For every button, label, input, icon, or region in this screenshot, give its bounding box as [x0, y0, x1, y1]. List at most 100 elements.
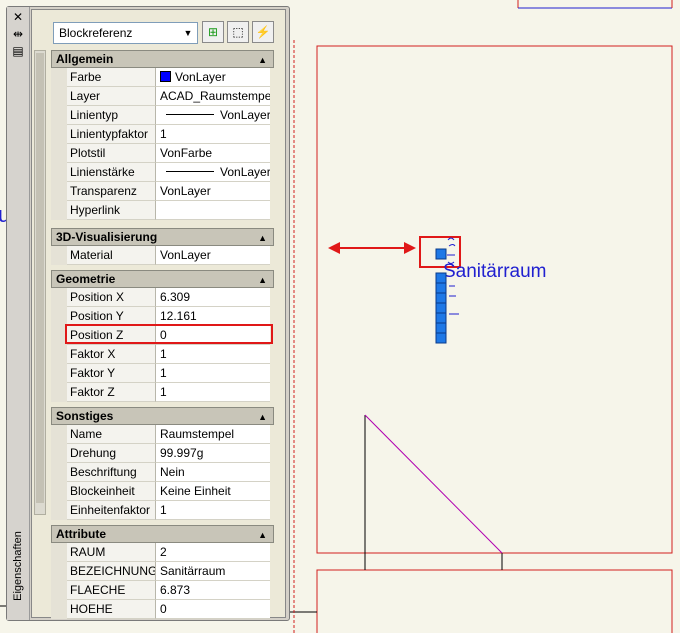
- property-row[interactable]: Hyperlink: [51, 201, 274, 220]
- property-row[interactable]: Blockeinheit Keine Einheit: [51, 482, 274, 501]
- property-row[interactable]: Linientyp VonLayer: [51, 106, 274, 125]
- property-value-text: 0: [160, 328, 167, 342]
- toggle-pickadd-button[interactable]: ⊞: [202, 21, 224, 43]
- property-value[interactable]: VonLayer: [156, 182, 270, 201]
- property-value[interactable]: VonFarbe: [156, 144, 270, 163]
- property-row[interactable]: FLAECHE 6.873: [51, 581, 274, 600]
- section-0: Allgemein ▲ Farbe VonLayer Layer ACAD_Raumste…: [51, 50, 274, 220]
- property-row[interactable]: Position Y 12.161: [51, 307, 274, 326]
- row-gutter: [51, 144, 67, 163]
- property-value[interactable]: 1: [156, 364, 270, 383]
- property-label: FLAECHE: [67, 581, 156, 600]
- property-value[interactable]: Keine Einheit: [156, 482, 270, 501]
- property-value[interactable]: 1: [156, 345, 270, 364]
- properties-toolbar: Blockreferenz ▼ ⊞ ⬚ ⚡: [32, 10, 285, 46]
- property-value[interactable]: VonLayer: [156, 68, 270, 87]
- property-value[interactable]: [156, 201, 270, 220]
- attribute-grips-column[interactable]: [435, 272, 447, 344]
- property-row[interactable]: Linientypfaktor 1: [51, 125, 274, 144]
- collapse-caret-icon[interactable]: ▲: [258, 409, 267, 425]
- property-value[interactable]: 1: [156, 501, 270, 520]
- property-value[interactable]: Sanitärraum: [156, 562, 270, 581]
- row-gutter: [51, 463, 67, 482]
- property-value-text: ACAD_Raumstempel: [160, 89, 270, 103]
- property-label: Hyperlink: [67, 201, 156, 220]
- section-header[interactable]: Allgemein ▲: [51, 50, 274, 68]
- row-gutter: [51, 68, 67, 87]
- property-value[interactable]: 12.161: [156, 307, 270, 326]
- property-row[interactable]: BEZEICHNUNG Sanitärraum: [51, 562, 274, 581]
- section-header[interactable]: Sonstiges ▲: [51, 407, 274, 425]
- row-gutter: [51, 383, 67, 402]
- palette-vertical-title: Eigenschaften: [12, 531, 24, 601]
- properties-menu-icon[interactable]: ▤: [11, 44, 25, 58]
- section-header[interactable]: Geometrie ▲: [51, 270, 274, 288]
- select-objects-icon: ⬚: [232, 25, 244, 39]
- property-value[interactable]: Nein: [156, 463, 270, 482]
- property-value-text: VonLayer: [220, 165, 270, 179]
- property-row[interactable]: Transparenz VonLayer: [51, 182, 274, 201]
- property-row[interactable]: Faktor Z 1: [51, 383, 274, 402]
- property-row[interactable]: Einheitenfaktor 1: [51, 501, 274, 520]
- property-row[interactable]: Linienstärke VonLayer: [51, 163, 274, 182]
- property-value-text: VonLayer: [160, 248, 211, 262]
- property-row[interactable]: Name Raumstempel: [51, 425, 274, 444]
- object-type-select[interactable]: Blockreferenz ▼: [53, 22, 198, 44]
- property-label: Faktor Y: [67, 364, 156, 383]
- property-label: Farbe: [67, 68, 156, 87]
- property-label: Position Z: [67, 326, 156, 345]
- property-value[interactable]: 1: [156, 383, 270, 402]
- collapse-caret-icon[interactable]: ▲: [258, 272, 267, 288]
- property-row[interactable]: Plotstil VonFarbe: [51, 144, 274, 163]
- autohide-icon[interactable]: ⇹: [11, 27, 25, 41]
- property-row[interactable]: RAUM 2: [51, 543, 274, 562]
- row-gutter: [51, 288, 67, 307]
- property-row[interactable]: HOEHE 0: [51, 600, 274, 619]
- section-header[interactable]: Attribute ▲: [51, 525, 274, 543]
- properties-scrollbar[interactable]: [34, 50, 46, 515]
- property-row[interactable]: Faktor X 1: [51, 345, 274, 364]
- property-value[interactable]: 0: [156, 326, 270, 345]
- property-value-text: 1: [160, 127, 167, 141]
- property-row[interactable]: Material VonLayer: [51, 246, 274, 265]
- property-row[interactable]: Faktor Y 1: [51, 364, 274, 383]
- property-value[interactable]: 2: [156, 543, 270, 562]
- property-value[interactable]: VonLayer: [156, 106, 270, 125]
- property-label: Linientypfaktor: [67, 125, 156, 144]
- property-label: Position Y: [67, 307, 156, 326]
- room-label[interactable]: Sanitärraum: [443, 261, 547, 282]
- collapse-caret-icon[interactable]: ▲: [258, 527, 267, 543]
- property-value[interactable]: 99.997g: [156, 444, 270, 463]
- properties-palette[interactable]: ✕ ⇹ ▤ Eigenschaften Blockreferenz ▼ ⊞ ⬚ …: [6, 6, 290, 621]
- insertion-grip[interactable]: [435, 248, 447, 260]
- collapse-caret-icon[interactable]: ▲: [258, 230, 267, 246]
- property-value-text: Raumstempel: [160, 427, 235, 441]
- row-gutter: [51, 501, 67, 520]
- property-value[interactable]: 6.309: [156, 288, 270, 307]
- quick-select-button[interactable]: ⚡: [252, 21, 274, 43]
- quick-select-icon: ⚡: [255, 25, 271, 39]
- property-value-text: VonLayer: [175, 70, 226, 84]
- property-row[interactable]: Layer ACAD_Raumstempel: [51, 87, 274, 106]
- property-value[interactable]: Raumstempel: [156, 425, 270, 444]
- select-objects-button[interactable]: ⬚: [227, 21, 249, 43]
- property-row[interactable]: Drehung 99.997g: [51, 444, 274, 463]
- property-row[interactable]: Position Z 0: [51, 326, 274, 345]
- property-label: Plotstil: [67, 144, 156, 163]
- property-value[interactable]: VonLayer: [156, 246, 270, 265]
- property-row[interactable]: Beschriftung Nein: [51, 463, 274, 482]
- property-value-text: VonLayer: [220, 108, 270, 122]
- property-label: Linientyp: [67, 106, 156, 125]
- property-value[interactable]: 6.873: [156, 581, 270, 600]
- property-value[interactable]: ACAD_Raumstempel: [156, 87, 270, 106]
- close-icon[interactable]: ✕: [11, 10, 25, 24]
- section-header[interactable]: 3D-Visualisierung ▲: [51, 228, 274, 246]
- property-row[interactable]: Position X 6.309: [51, 288, 274, 307]
- collapse-caret-icon[interactable]: ▲: [258, 52, 267, 68]
- palette-titlebar[interactable]: ✕ ⇹ ▤ Eigenschaften: [7, 7, 30, 620]
- property-value[interactable]: 1: [156, 125, 270, 144]
- property-row[interactable]: Farbe VonLayer: [51, 68, 274, 87]
- scrollbar-thumb[interactable]: [36, 53, 44, 503]
- property-value[interactable]: 0: [156, 600, 270, 619]
- property-value[interactable]: VonLayer: [156, 163, 270, 182]
